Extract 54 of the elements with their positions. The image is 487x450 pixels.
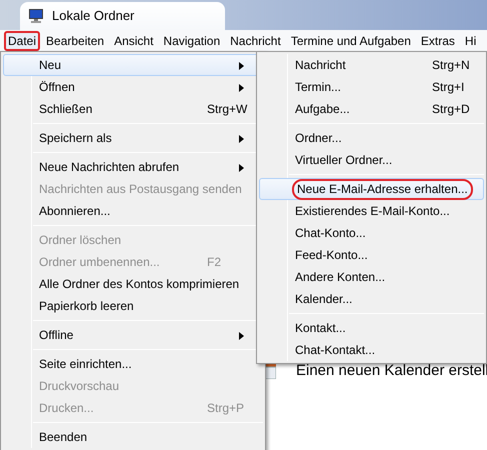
menu-item-label: Nachricht — [294, 57, 347, 74]
menu-item-label: Chat-Kontakt... — [294, 342, 376, 359]
menu-item[interactable]: Existierendes E-Mail-Konto... — [259, 200, 484, 222]
menu-item-label: Neu — [38, 57, 62, 74]
menubar-item[interactable]: Navigation — [159, 30, 224, 50]
menubar-item[interactable]: Ansicht — [110, 30, 158, 50]
menu-item-label: Offline — [38, 327, 74, 344]
menu-item[interactable]: Beenden — [3, 426, 263, 448]
menu-item-label: Beenden — [38, 429, 88, 446]
shortcut-label: Strg+N — [432, 57, 470, 74]
window-title: Lokale Ordner — [52, 7, 134, 26]
menu-item[interactable]: Aufgabe... Strg+D — [259, 98, 484, 120]
menu-item-label: Öffnen — [38, 79, 76, 96]
menubar-item[interactable]: Nachricht — [226, 30, 285, 50]
menu-item[interactable]: Feed-Konto... — [259, 244, 484, 266]
menu-item-label: Abonnieren... — [38, 203, 112, 220]
menu-item-label: Kontakt... — [294, 320, 347, 337]
menu-item[interactable]: Neue E-Mail-Adresse erhalten... — [259, 178, 484, 200]
menubar-item[interactable]: Termine und Aufgaben — [286, 30, 415, 50]
menu-item-label: Virtueller Ordner... — [294, 152, 394, 169]
menu-item[interactable]: Andere Konten... — [259, 266, 484, 288]
menu-item-label: Andere Konten... — [294, 269, 386, 286]
shortcut-label: Strg+P — [207, 400, 244, 417]
menubar-item[interactable]: Datei — [4, 30, 40, 50]
menu-item-label: Ordner... — [294, 130, 343, 147]
shortcut-label: F2 — [207, 254, 222, 271]
menubar-item[interactable]: Bearbeiten — [42, 30, 108, 50]
menu-item-label: Druckvorschau — [38, 378, 120, 395]
menu-item[interactable]: Chat-Konto... — [259, 222, 484, 244]
shortcut-label: Strg+W — [207, 101, 248, 118]
menu-item-label: Neue E-Mail-Adresse erhalten... — [292, 178, 473, 200]
menu-item-label: Ordner löschen — [38, 232, 122, 249]
shortcut-label: Strg+D — [432, 101, 470, 118]
window-tab[interactable]: Lokale Ordner — [20, 2, 225, 30]
menu-item-label: Schließen — [38, 101, 94, 118]
shortcut-label: Strg+I — [432, 79, 464, 96]
menu-item-label: Papierkorb leeren — [38, 298, 135, 315]
menu-item-label: Speichern als — [38, 130, 113, 147]
menu-item-label: Seite einrichten... — [38, 356, 133, 373]
menu-item-label: Alle Ordner des Kontos komprimieren — [38, 276, 240, 293]
menu-item-label: Termin... — [294, 79, 342, 96]
menu-item-label: Ordner umbenennen... — [38, 254, 161, 271]
menu-item-label: Chat-Konto... — [294, 225, 367, 242]
menu-item[interactable]: Kalender... — [259, 288, 484, 310]
menu-item-label: Neue Nachrichten abrufen — [38, 159, 180, 176]
menu-item-label: Kalender... — [294, 291, 354, 308]
menu-item-label: Drucken... — [38, 400, 95, 417]
menubar-item[interactable]: Extras — [416, 30, 459, 50]
menu-item-label: Existierendes E-Mail-Konto... — [294, 203, 451, 220]
menu-item-label: Aufgabe... — [294, 101, 351, 118]
menubar-item[interactable]: Hi — [460, 30, 480, 50]
menu-item-label: Nachrichten aus Postausgang senden — [38, 181, 243, 198]
monitor-icon — [28, 8, 44, 24]
menu-item-label: Feed-Konto... — [294, 247, 369, 264]
